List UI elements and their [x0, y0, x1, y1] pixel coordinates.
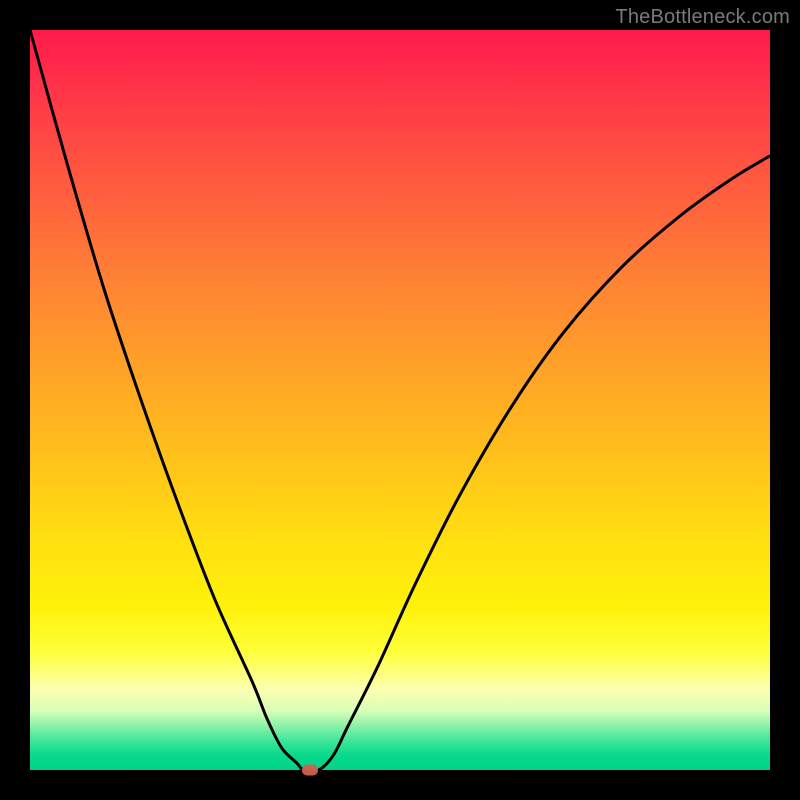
bottleneck-curve: [30, 30, 770, 770]
chart-frame: TheBottleneck.com: [0, 0, 800, 800]
watermark-text: TheBottleneck.com: [615, 6, 790, 29]
curve-svg: [30, 30, 770, 770]
plot-area: [30, 30, 770, 770]
optimal-marker: [302, 765, 318, 776]
